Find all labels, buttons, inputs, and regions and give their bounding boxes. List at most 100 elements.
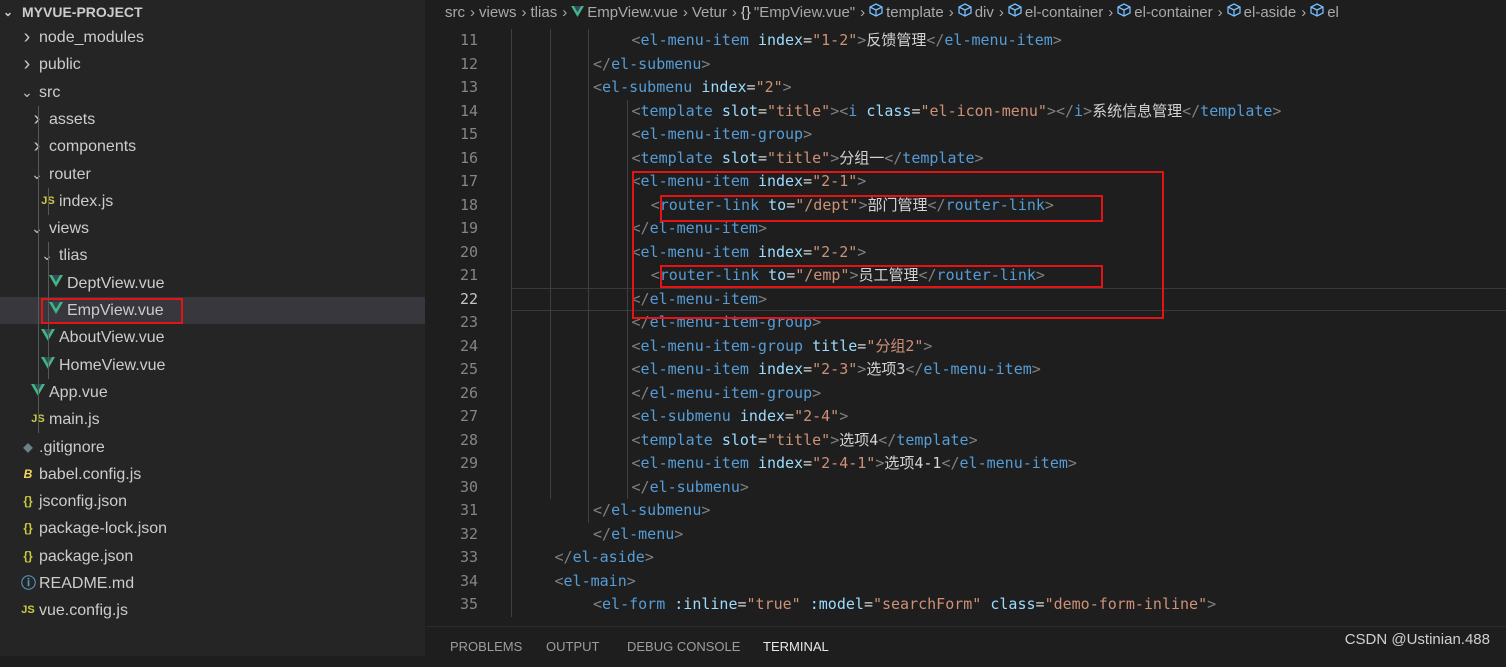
code-token: > bbox=[830, 430, 840, 449]
tree-folder-assets[interactable]: › assets bbox=[0, 106, 425, 133]
tree-file-main.js[interactable]: JSmain.js bbox=[0, 406, 425, 433]
tab-output[interactable]: OUTPUT bbox=[546, 627, 599, 657]
code-token: < bbox=[593, 78, 603, 96]
braces-icon: {} bbox=[740, 4, 751, 21]
tree-item-label: views bbox=[49, 220, 90, 238]
code-line[interactable]: 18 <router-link to="/dept">部门管理</router-l… bbox=[426, 194, 1506, 218]
code-line[interactable]: 13 <el-submenu index="2"> bbox=[426, 76, 1506, 100]
tree-file-EmpView.vue[interactable]: EmpView.vue bbox=[0, 297, 425, 324]
tree-folder-router[interactable]: ⌄ router bbox=[0, 161, 425, 188]
code-line[interactable]: 15 <el-menu-item-group> bbox=[426, 123, 1506, 147]
breadcrumb-segment[interactable]: {} "EmpView.vue" bbox=[741, 1, 855, 24]
code-line[interactable]: 17 <el-menu-item index="2-1"> bbox=[426, 170, 1506, 194]
code-line[interactable]: 26 </el-menu-item-group> bbox=[426, 382, 1506, 406]
breadcrumb-segment[interactable]: el-aside bbox=[1227, 0, 1296, 24]
code-text: <el-form :inline="true" :model="searchFo… bbox=[593, 593, 1216, 617]
breadcrumb-segment[interactable]: el-container bbox=[1117, 0, 1213, 24]
code-line[interactable]: 28 <template slot="title">选项4</template> bbox=[426, 429, 1506, 453]
tree-file-App.vue[interactable]: App.vue bbox=[0, 379, 425, 406]
tree-file-index.js[interactable]: JSindex.js bbox=[0, 188, 425, 215]
line-number: 21 bbox=[459, 266, 478, 284]
breadcrumb-segment[interactable]: el-container bbox=[1008, 0, 1103, 24]
tree-file-.gitignore[interactable]: ◆ .gitignore bbox=[0, 434, 425, 461]
code-line[interactable]: 22 </el-menu-item> bbox=[426, 288, 1506, 312]
chevron-right-icon: › bbox=[33, 107, 41, 130]
code-token: index bbox=[757, 31, 804, 49]
breadcrumb-segment[interactable]: views bbox=[479, 1, 517, 24]
tree-file-AboutView.vue[interactable]: AboutView.vue bbox=[0, 324, 425, 351]
tree-file-HomeView.vue[interactable]: HomeView.vue bbox=[0, 352, 425, 379]
tree-file-jsconfig.json[interactable]: {} jsconfig.json bbox=[0, 488, 425, 515]
cube-icon bbox=[1008, 0, 1022, 24]
code-token: "2-4-1" bbox=[812, 454, 876, 472]
code-token: "分组2" bbox=[866, 336, 924, 355]
code-line[interactable]: 19 </el-menu-item> bbox=[426, 217, 1506, 241]
code-token: > bbox=[857, 360, 867, 378]
code-line[interactable]: 16 <template slot="title">分组一</template> bbox=[426, 147, 1506, 171]
code-token: </ bbox=[593, 501, 612, 519]
code-line[interactable]: 35 <el-form :inline="true" :model="search… bbox=[426, 593, 1506, 617]
code-line[interactable]: 30 </el-submenu> bbox=[426, 476, 1506, 500]
code-token: = bbox=[857, 336, 867, 355]
tree-folder-views[interactable]: ⌄ views bbox=[0, 215, 425, 242]
code-line[interactable]: 34 <el-main> bbox=[426, 570, 1506, 594]
breadcrumb-segment[interactable]: tlias bbox=[531, 1, 558, 24]
tree-file-README.md[interactable]: ⓘ README.md bbox=[0, 570, 425, 597]
tree-file-package-lock.json[interactable]: {} package-lock.json bbox=[0, 515, 425, 542]
code-line[interactable]: 12 </el-submenu> bbox=[426, 53, 1506, 77]
code-line[interactable]: 31 </el-submenu> bbox=[426, 499, 1506, 523]
code-line[interactable]: 11 <el-menu-item index="1-2">反馈管理</el-men… bbox=[426, 29, 1506, 53]
code-token: < bbox=[631, 31, 641, 49]
tab-debug-console[interactable]: DEBUG CONSOLE bbox=[627, 627, 740, 657]
code-token: el-main bbox=[563, 571, 627, 590]
breadcrumb-segment[interactable]: Vetur bbox=[692, 1, 727, 24]
tab-problems[interactable]: PROBLEMS bbox=[450, 627, 522, 657]
code-line[interactable]: 24 <el-menu-item-group title="分组2"> bbox=[426, 335, 1506, 359]
tree-file-package.json[interactable]: {} package.json bbox=[0, 543, 425, 570]
breadcrumb-segment[interactable]: src bbox=[445, 1, 465, 24]
tree-file-vue.config.js[interactable]: JS vue.config.js bbox=[0, 597, 425, 624]
code-token: </ bbox=[878, 430, 897, 449]
tree-item-label: HomeView.vue bbox=[59, 356, 166, 374]
tab-terminal[interactable]: TERMINAL bbox=[763, 627, 829, 657]
code-text: <router-link to="/dept">部门管理</router-lin… bbox=[651, 194, 1054, 218]
code-token: el-menu-item-group bbox=[649, 313, 813, 331]
code-token: router-link bbox=[936, 266, 1036, 284]
vue-file-icon bbox=[49, 270, 63, 297]
breadcrumb-segment[interactable]: div bbox=[958, 0, 994, 24]
code-token: = bbox=[803, 31, 813, 49]
breadcrumb-segment[interactable]: template bbox=[869, 0, 944, 24]
tree-folder-tlias[interactable]: ⌄ tlias bbox=[0, 242, 425, 269]
tree-folder-components[interactable]: › components bbox=[0, 133, 425, 160]
tree-item-label: App.vue bbox=[49, 383, 108, 401]
code-line[interactable]: 25 <el-menu-item index="2-3">选项3</el-menu… bbox=[426, 358, 1506, 382]
code-line[interactable]: 23 </el-menu-item-group> bbox=[426, 311, 1506, 335]
code-token: class bbox=[866, 101, 912, 120]
code-token: </ bbox=[631, 477, 650, 496]
code-line[interactable]: 21 <router-link to="/emp">员工管理</router-li… bbox=[426, 264, 1506, 288]
code-line[interactable]: 29 <el-menu-item index="2-4-1">选项4-1</el-… bbox=[426, 452, 1506, 476]
tree-file-babel.config.js[interactable]: Bbabel.config.js bbox=[0, 461, 425, 488]
code-text: </el-aside> bbox=[555, 546, 654, 570]
tree-folder-public[interactable]: › public bbox=[0, 51, 425, 78]
code-line[interactable]: 14 <template slot="title"><i class="el-ic… bbox=[426, 100, 1506, 124]
code-token: < bbox=[650, 266, 660, 284]
code-line[interactable]: 20 <el-menu-item index="2-2"> bbox=[426, 241, 1506, 265]
explorer-project-header[interactable]: ⌄ MYVUE-PROJECT bbox=[0, 0, 425, 24]
tree-file-DeptView.vue[interactable]: DeptView.vue bbox=[0, 270, 425, 297]
code-text: <template slot="title">分组一</template> bbox=[632, 147, 984, 171]
tree-folder-node_modules[interactable]: › node_modules bbox=[0, 24, 425, 51]
tree-folder-src[interactable]: ⌄ src bbox=[0, 79, 425, 106]
code-token: = bbox=[785, 407, 795, 425]
chevron-down-icon: ⌄ bbox=[41, 247, 53, 264]
code-token: < bbox=[631, 125, 641, 143]
code-line[interactable]: 33 </el-aside> bbox=[426, 546, 1506, 570]
code-line[interactable]: 32 </el-menu> bbox=[426, 523, 1506, 547]
breadcrumb-segment[interactable]: el bbox=[1310, 0, 1339, 24]
breadcrumb-segment[interactable]: EmpView.vue bbox=[571, 1, 678, 24]
explorer-sidebar: ⌄ MYVUE-PROJECT › node_modules › public ⌄ src… bbox=[0, 0, 425, 656]
code-token: = bbox=[1035, 595, 1045, 613]
code-editor[interactable]: 11 <el-menu-item index="1-2">反馈管理</el-men… bbox=[426, 24, 1506, 626]
code-line[interactable]: 27 <el-submenu index="2-4"> bbox=[426, 405, 1506, 429]
